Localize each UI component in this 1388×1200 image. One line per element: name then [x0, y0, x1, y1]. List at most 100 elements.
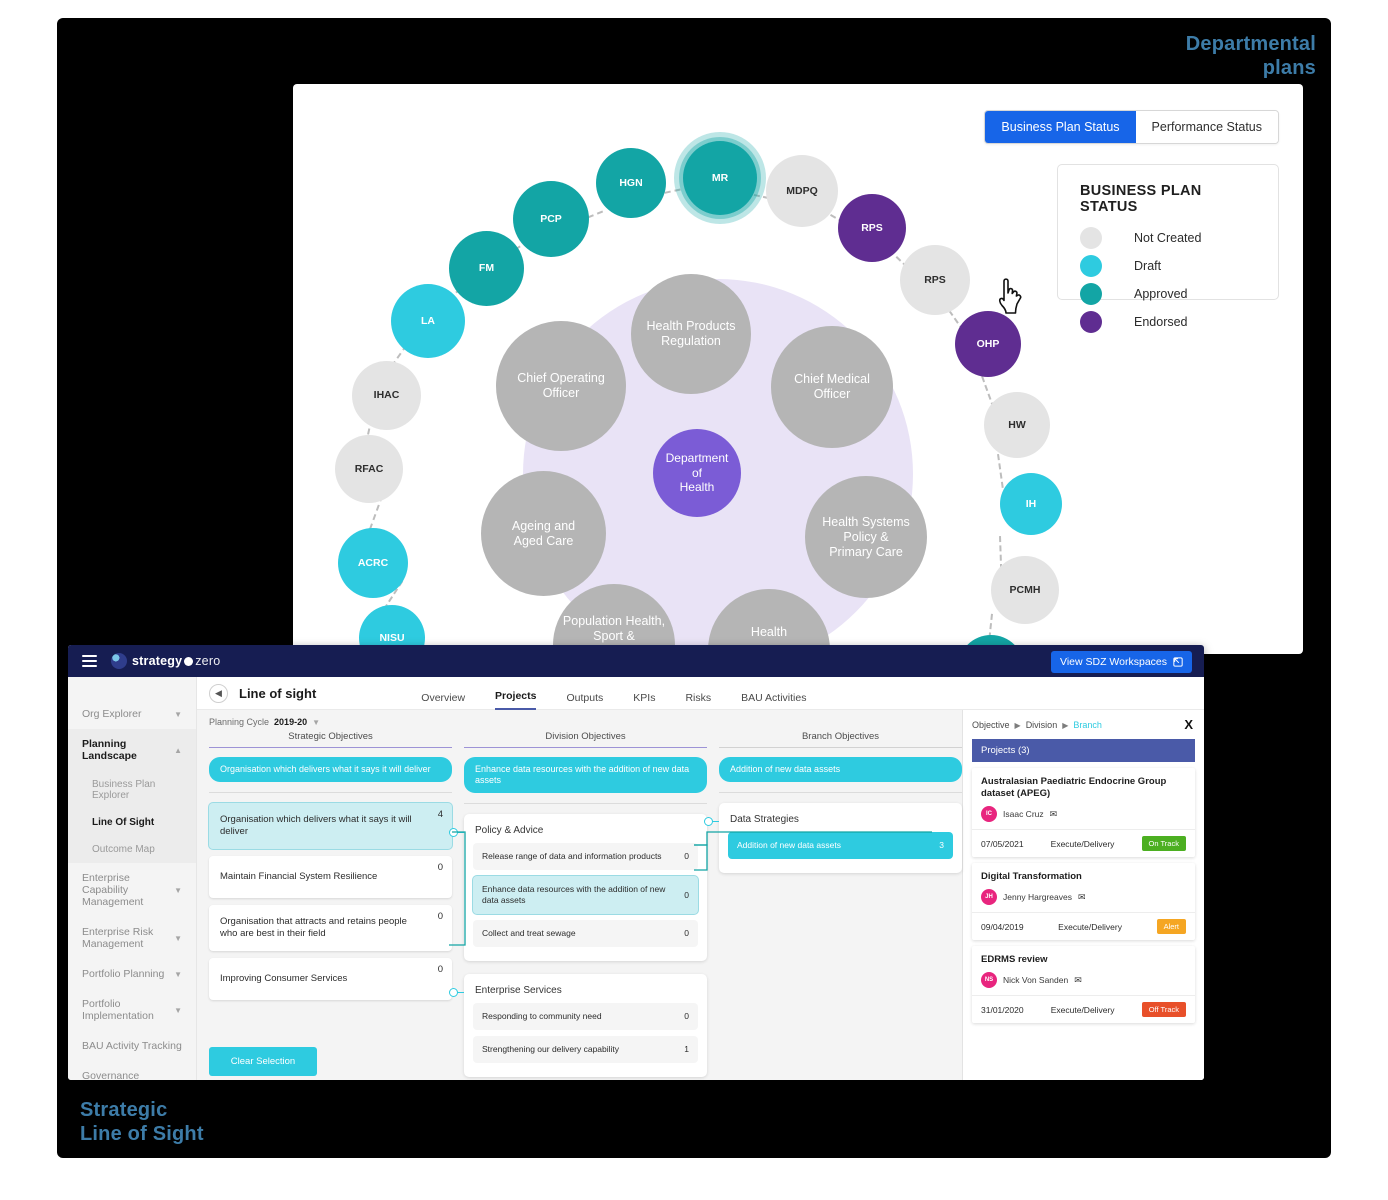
projects-panel-header: Projects (3): [972, 739, 1195, 762]
bubble-label: MDPQ: [786, 184, 818, 197]
selected-branch-pill[interactable]: Addition of new data assets: [719, 757, 962, 782]
sidebar-item-portfolio-planning[interactable]: Portfolio Planning ▼: [68, 959, 196, 989]
branch-row[interactable]: Addition of new data assets 3: [728, 832, 953, 859]
tab-business-plan-status[interactable]: Business Plan Status: [985, 111, 1136, 143]
tab-projects[interactable]: Projects: [495, 690, 537, 710]
bubble-label: Health Products Regulation: [646, 319, 736, 348]
project-card[interactable]: Australasian Paediatric Endocrine Group …: [972, 768, 1195, 857]
main-content: ◀ Line of sight Overview Projects Output…: [197, 677, 1204, 1080]
division-row[interactable]: Enhance data resources with the addition…: [473, 876, 698, 914]
strategic-card[interactable]: Maintain Financial System Resilience 0: [209, 856, 452, 898]
division-row[interactable]: Responding to community need 0: [473, 1003, 698, 1030]
row-text: Strengthening our delivery capability: [482, 1044, 620, 1054]
hamburger-menu-icon[interactable]: [82, 652, 97, 670]
bubble-branch-mdpq[interactable]: MDPQ: [766, 155, 838, 227]
mail-icon[interactable]: ✉: [1050, 809, 1058, 820]
bubble-health-systems-policy-primary-care[interactable]: Health Systems Policy & Primary Care: [805, 476, 927, 598]
sidebar-item-planning-landscape[interactable]: Planning Landscape ▲: [68, 729, 196, 771]
bubble-branch-rps-not-created[interactable]: RPS: [900, 245, 970, 315]
tab-outputs[interactable]: Outputs: [566, 692, 603, 710]
division-group-policy-advice: Policy & Advice Release range of data an…: [449, 814, 707, 961]
tab-overview[interactable]: Overview: [421, 692, 465, 710]
bubble-health-products-regulation[interactable]: Health Products Regulation: [631, 274, 751, 394]
bubble-branch-la[interactable]: LA: [391, 284, 465, 358]
brand-wordmark: strategy zero: [132, 654, 220, 668]
strategic-card[interactable]: Improving Consumer Services 0: [209, 958, 452, 1000]
line-of-sight-board: Planning Cycle 2019-20 ▼ Strategic Objec…: [197, 710, 962, 1080]
strategic-card[interactable]: Organisation which delivers what it says…: [209, 803, 452, 849]
tab-bau-activities[interactable]: BAU Activities: [741, 692, 806, 710]
bubble-branch-ohp[interactable]: OHP: [955, 311, 1021, 377]
breadcrumb-arrow-icon: ▶: [1014, 720, 1021, 730]
project-card[interactable]: EDRMS review NS Nick Von Sanden ✉ 31/01/…: [972, 946, 1195, 1023]
bubble-ageing-and-aged-care[interactable]: Ageing and Aged Care: [481, 471, 606, 596]
bubble-branch-mr[interactable]: MR: [683, 141, 757, 215]
sidebar-item-org-explorer[interactable]: Org Explorer ▼: [68, 699, 196, 729]
sidebar-item-label: Org Explorer: [82, 708, 142, 720]
bubble-label: PCP: [540, 212, 562, 225]
status-badge: On Track: [1141, 836, 1186, 851]
bubble-branch-pcmh[interactable]: PCMH: [991, 556, 1059, 624]
status-badge: Off Track: [1141, 1002, 1186, 1017]
status-badge: Alert: [1156, 919, 1186, 934]
view-sdz-workspaces-button[interactable]: View SDZ Workspaces: [1051, 651, 1192, 673]
tab-kpis[interactable]: KPIs: [633, 692, 655, 710]
bubble-branch-hw[interactable]: HW: [984, 392, 1050, 458]
bubble-branch-pcp[interactable]: PCP: [513, 181, 589, 257]
mail-icon[interactable]: ✉: [1078, 892, 1086, 903]
mail-icon[interactable]: ✉: [1074, 975, 1082, 986]
bubble-chief-medical-officer[interactable]: Chief Medical Officer: [771, 326, 893, 448]
bubble-branch-acrc[interactable]: ACRC: [338, 528, 408, 598]
tab-performance-status[interactable]: Performance Status: [1135, 111, 1278, 143]
sidebar-item-governance[interactable]: Governance: [68, 1061, 196, 1080]
selected-division-pill[interactable]: Enhance data resources with the addition…: [464, 757, 707, 793]
sidebar-item-bau-activity-tracking[interactable]: BAU Activity Tracking: [68, 1031, 196, 1061]
sidebar-item-enterprise-capability-management[interactable]: Enterprise Capability Management ▼: [68, 863, 196, 917]
project-date: 07/05/2021: [981, 838, 1024, 849]
column-title: Division Objectives: [545, 731, 626, 742]
legend-swatch-not-created: [1080, 227, 1102, 249]
sidebar-item-line-of-sight[interactable]: Line Of Sight: [68, 809, 196, 836]
bubble-branch-rps-endorsed[interactable]: RPS: [838, 194, 906, 262]
bubble-branch-ih[interactable]: IH: [1000, 473, 1062, 535]
breadcrumb-objective[interactable]: Objective: [972, 720, 1010, 730]
sidebar-item-enterprise-risk-management[interactable]: Enterprise Risk Management ▼: [68, 917, 196, 959]
chevron-down-icon: ▼: [174, 885, 182, 895]
project-card[interactable]: Digital Transformation JH Jenny Hargreav…: [972, 863, 1195, 940]
bubble-branch-fm[interactable]: FM: [449, 231, 524, 306]
close-icon[interactable]: X: [1184, 717, 1193, 732]
back-button[interactable]: ◀: [209, 683, 228, 703]
row-count: 3: [939, 840, 944, 850]
division-row[interactable]: Strengthening our delivery capability 1: [473, 1036, 698, 1063]
selected-division-pill-wrap: Enhance data resources with the addition…: [464, 748, 707, 803]
sidebar-item-business-plan-explorer[interactable]: Business Plan Explorer: [68, 771, 196, 809]
bubble-department-of-health[interactable]: Department of Health: [653, 429, 741, 517]
bubble-branch-hgn[interactable]: HGN: [596, 148, 666, 218]
project-card-top: Australasian Paediatric Endocrine Group …: [972, 768, 1195, 829]
division-row[interactable]: Collect and treat sewage 0: [473, 920, 698, 947]
selected-strategic-pill[interactable]: Organisation which delivers what it says…: [209, 757, 452, 782]
selected-strategic-pill-wrap: Organisation which delivers what it says…: [209, 748, 452, 792]
breadcrumb-division[interactable]: Division: [1026, 720, 1058, 730]
bubble-branch-rfac[interactable]: RFAC: [335, 435, 403, 503]
row-count: 0: [684, 889, 689, 900]
business-plan-status-legend: BUSINESS PLAN STATUS Not Created Draft A…: [1057, 164, 1279, 333]
bubble-label: RFAC: [354, 462, 384, 475]
strategic-card[interactable]: Organisation that attracts and retains p…: [209, 905, 452, 951]
sidebar-item-outcome-map[interactable]: Outcome Map: [68, 836, 196, 863]
planning-cycle-selector[interactable]: Planning Cycle 2019-20 ▼: [197, 710, 962, 731]
status-mode-toggle[interactable]: Business Plan Status Performance Status: [984, 110, 1279, 144]
legend-label: Draft: [1134, 259, 1162, 273]
bubble-branch-ihac[interactable]: IHAC: [352, 361, 421, 430]
app-topbar: strategy zero View SDZ Workspaces: [68, 645, 1204, 677]
division-row[interactable]: Release range of data and information pr…: [473, 843, 698, 870]
breadcrumb-branch[interactable]: Branch: [1073, 720, 1102, 730]
business-plan-explorer-window: Department of Health Health Products Reg…: [293, 84, 1303, 654]
project-card-top: EDRMS review NS Nick Von Sanden ✉: [972, 946, 1195, 995]
brand-name: strategy: [132, 654, 183, 668]
tab-risks[interactable]: Risks: [685, 692, 711, 710]
clear-selection-button[interactable]: Clear Selection: [209, 1047, 317, 1076]
sidebar-item-portfolio-implementation[interactable]: Portfolio Implementation ▼: [68, 989, 196, 1031]
breadcrumb: Objective ▶ Division ▶ Branch X: [972, 717, 1195, 739]
bubble-chief-operating-officer[interactable]: Chief Operating Officer: [496, 321, 626, 451]
